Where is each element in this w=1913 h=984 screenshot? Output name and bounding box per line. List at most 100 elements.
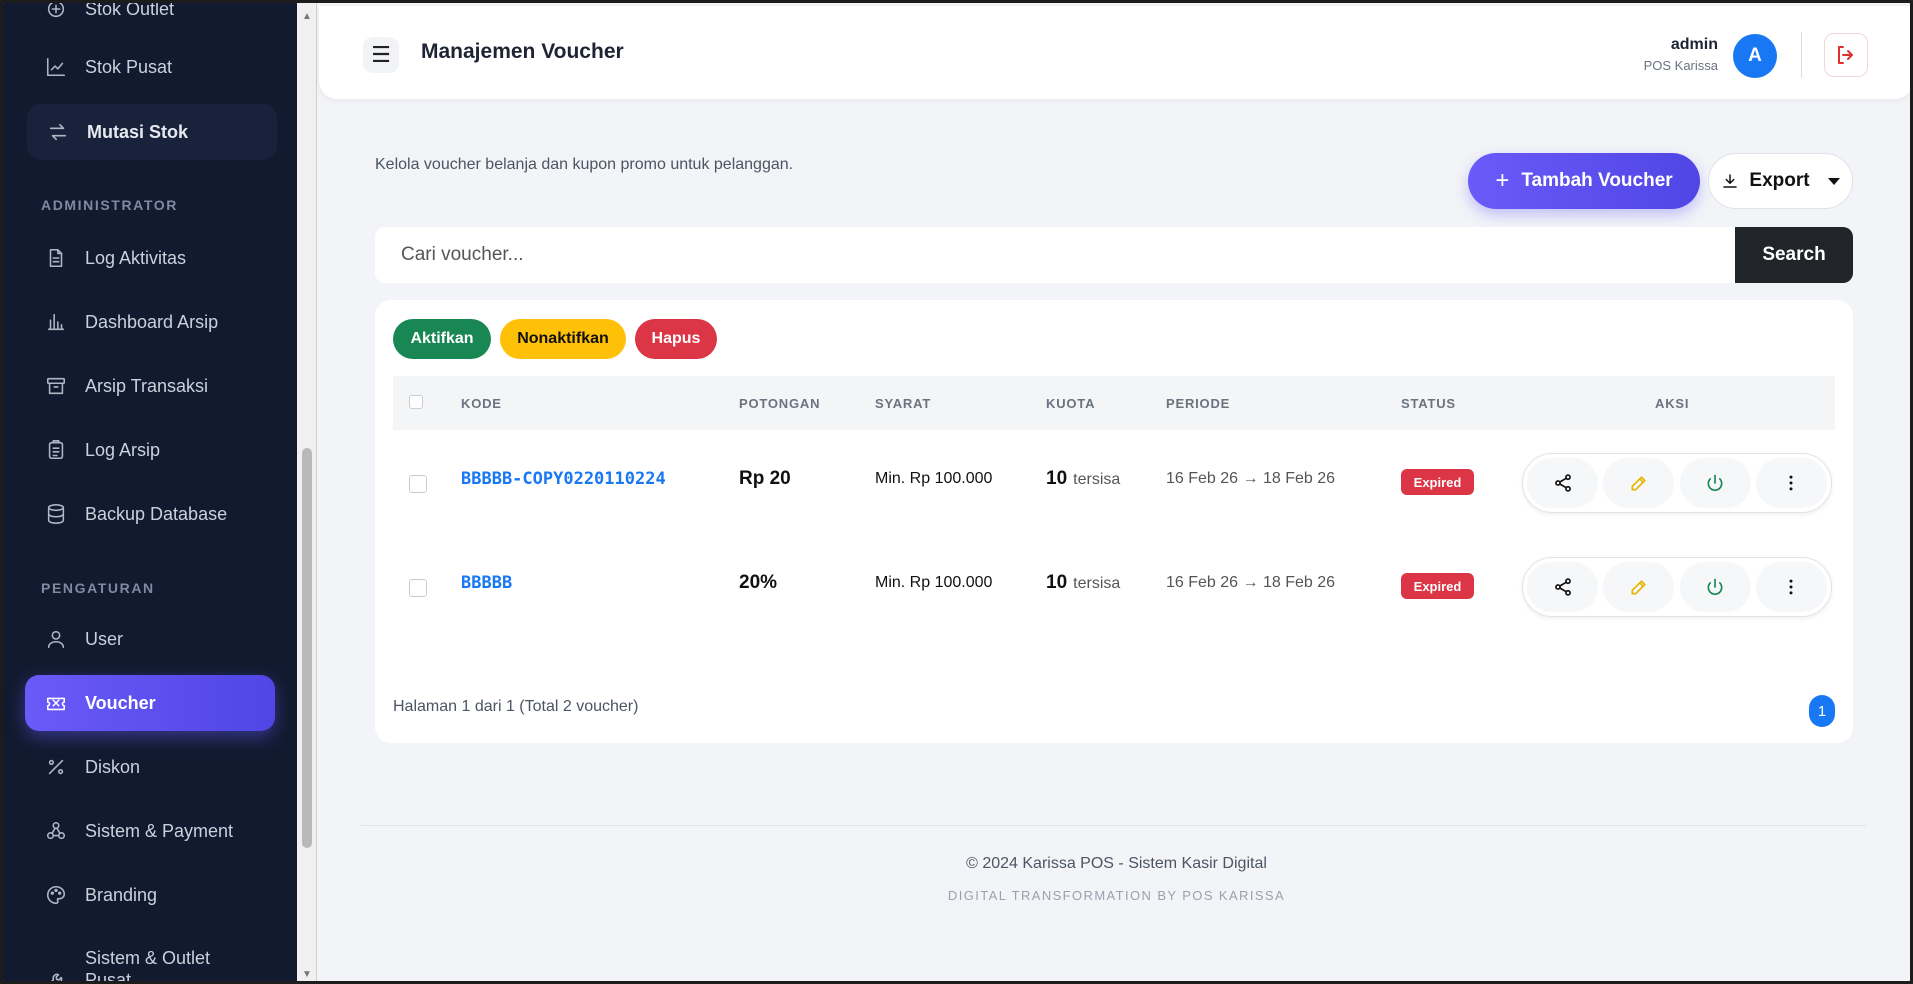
bar-chart-icon [45, 311, 67, 333]
percent-icon [45, 756, 67, 778]
avatar[interactable]: A [1733, 34, 1777, 78]
sidebar-item-diskon[interactable]: Diskon [25, 739, 275, 795]
page-subtitle: Kelola voucher belanja dan kupon promo u… [375, 156, 794, 173]
status-badge: Expired [1401, 573, 1474, 599]
logout-icon [1838, 46, 1853, 64]
quota-value: 10 [1046, 468, 1068, 489]
search-input[interactable] [375, 227, 1735, 283]
voucher-code-link[interactable]: BBBBB-COPY0220110224 [461, 469, 666, 489]
deactivate-button[interactable]: Nonaktifkan [500, 319, 626, 359]
sidebar-item-label: Diskon [85, 756, 141, 777]
sidebar-item-voucher[interactable]: Voucher [25, 675, 275, 731]
sidebar-section-settings: PENGATURAN [41, 580, 155, 596]
menu-toggle-button[interactable]: ☰ [363, 37, 399, 73]
header-divider [1801, 32, 1802, 78]
user-name: admin [1670, 36, 1718, 53]
sidebar-item-stok-pusat[interactable]: Stok Pusat [25, 39, 275, 95]
quota-suffix: tersisa [1073, 471, 1121, 488]
voucher-quota: 10 tersisa [1046, 468, 1120, 490]
sidebar-item-stok-outlet[interactable]: Stok Outlet [25, 3, 275, 37]
sidebar-item-label: Sistem & Payment [85, 820, 234, 841]
quota-suffix: tersisa [1073, 575, 1121, 592]
more-options-button[interactable] [1755, 562, 1827, 612]
select-all-checkbox[interactable] [409, 395, 423, 409]
sidebar-item-mutasi-stok[interactable]: Mutasi Stok [27, 104, 277, 160]
table-row: BBBBB-COPY0220110224 Rp 20 Min. Rp 100.0… [393, 430, 1835, 534]
column-header-kuota: KUOTA [1046, 396, 1096, 411]
main-content: ☰ Manajemen Voucher admin POS Karissa A … [317, 3, 1910, 981]
sidebar-item-log-arsip[interactable]: Log Arsip [25, 422, 275, 478]
voucher-requirement: Min. Rp 100.000 [875, 470, 993, 487]
more-options-button[interactable] [1755, 458, 1827, 508]
sidebar-item-sistem-outlet-pusat[interactable]: Sistem & Outlet Pusat [25, 933, 275, 984]
row-actions [1522, 557, 1832, 617]
status-badge: Expired [1401, 469, 1474, 495]
voucher-quota: 10 tersisa [1046, 572, 1120, 594]
edit-button[interactable] [1603, 458, 1675, 508]
download-icon [1723, 174, 1738, 188]
row-checkbox[interactable] [409, 579, 427, 597]
archive-icon [45, 375, 67, 397]
voucher-period: 16 Feb 26 → 18 Feb 26 [1166, 574, 1335, 591]
sidebar-item-sistem-payment[interactable]: Sistem & Payment [25, 803, 275, 859]
footer-copyright: © 2024 Karissa POS - Sistem Kasir Digita… [966, 855, 1267, 872]
page-title: Manajemen Voucher [421, 40, 624, 63]
page-button-1[interactable]: 1 [1809, 695, 1835, 727]
footer-credit: DIGITAL TRANSFORMATION BY POS KARISSA [947, 888, 1286, 903]
edit-button[interactable] [1603, 562, 1675, 612]
row-checkbox[interactable] [409, 475, 427, 493]
chevron-down-icon [1827, 177, 1840, 185]
activate-button[interactable]: Aktifkan [393, 319, 491, 359]
user-icon [45, 628, 67, 650]
voucher-code-link[interactable]: BBBBB [461, 573, 512, 593]
share-icon [1554, 474, 1571, 492]
sidebar-item-label: Voucher [85, 692, 156, 713]
column-header-status: STATUS [1401, 396, 1456, 411]
ticket-icon [45, 692, 67, 714]
sidebar-item-dashboard-arsip[interactable]: Dashboard Arsip [25, 294, 275, 350]
add-voucher-button[interactable]: + Tambah Voucher [1468, 153, 1700, 209]
sidebar-item-label: Stok Outlet [85, 3, 175, 19]
sidebar-item-backup-database[interactable]: Backup Database [25, 486, 275, 542]
share-button[interactable] [1527, 458, 1598, 508]
swap-icon [47, 121, 69, 143]
sidebar-item-user[interactable]: User [25, 611, 275, 667]
voucher-requirement: Min. Rp 100.000 [875, 574, 993, 591]
chart-icon [45, 56, 67, 78]
footer-divider [361, 825, 1866, 826]
sidebar-item-label: Mutasi Stok [87, 121, 189, 142]
pencil-icon [1631, 580, 1646, 595]
toggle-power-button[interactable] [1679, 562, 1751, 612]
voucher-period: 16 Feb 26 → 18 Feb 26 [1166, 470, 1335, 487]
power-icon [1707, 474, 1723, 491]
sidebar-item-arsip-transaksi[interactable]: Arsip Transaksi [25, 358, 275, 414]
sidebar-item-label: User [85, 628, 124, 649]
clipboard-icon [45, 439, 67, 461]
wrench-icon [45, 969, 67, 981]
logout-button[interactable] [1824, 33, 1868, 77]
pencil-icon [1631, 476, 1646, 491]
sidebar: Stok Outlet Stok Pusat Mutasi Stok ADMIN… [3, 3, 297, 984]
export-dropdown-button[interactable]: Export [1708, 153, 1853, 209]
column-header-syarat: SYARAT [875, 396, 932, 411]
column-header-aksi: AKSI [1655, 396, 1690, 411]
sidebar-item-label: Sistem & Outlet Pusat [85, 948, 211, 984]
delete-button[interactable]: Hapus [635, 319, 717, 359]
sidebar-item-branding[interactable]: Branding [25, 867, 275, 923]
toggle-power-button[interactable] [1679, 458, 1751, 508]
scroll-up-icon[interactable]: ▲ [301, 11, 313, 23]
scrollbar-thumb[interactable] [302, 448, 312, 848]
sidebar-scrollbar[interactable]: ▲ ▼ [297, 3, 317, 981]
scroll-down-icon[interactable]: ▼ [301, 969, 313, 981]
sidebar-item-label: Backup Database [85, 503, 228, 524]
sidebar-item-log-aktivitas[interactable]: Log Aktivitas [25, 230, 275, 286]
sidebar-item-label: Dashboard Arsip [85, 311, 219, 332]
voucher-discount: Rp 20 [739, 468, 791, 489]
sidebar-item-label: Branding [85, 884, 158, 905]
more-vertical-icon [1789, 475, 1793, 491]
store-icon [45, 3, 67, 20]
user-role: POS Karissa [1643, 58, 1718, 73]
share-button[interactable] [1527, 562, 1598, 612]
row-actions [1522, 453, 1832, 513]
search-button[interactable]: Search [1735, 227, 1853, 283]
